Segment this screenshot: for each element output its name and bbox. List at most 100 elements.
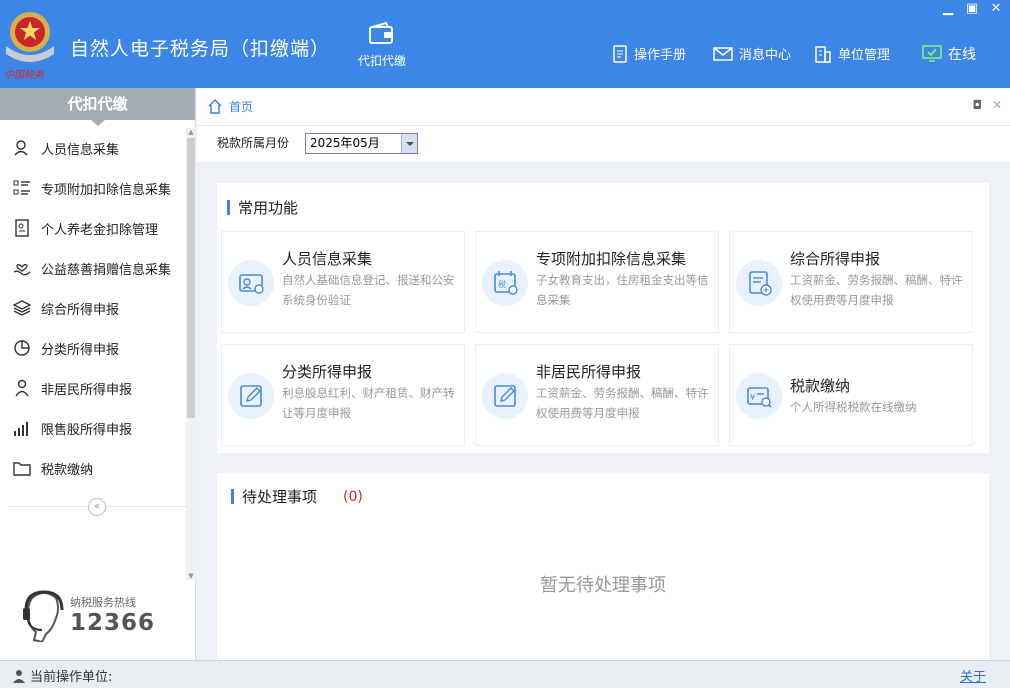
sidebar-item-label: 分类所得申报: [41, 342, 120, 358]
breadcrumb-bar: 首页 ◘ ✕: [197, 88, 1010, 126]
manual-icon: [613, 44, 627, 63]
pending-panel: 待处理事项 (0) 暂无待处理事项: [217, 473, 989, 660]
unit-mgmt-link[interactable]: 单位管理: [814, 44, 890, 63]
card-title: 税款缴纳: [790, 377, 851, 395]
messages-link[interactable]: 消息中心: [713, 44, 791, 63]
tax-month-value: 2025年05月: [310, 136, 380, 150]
sidebar-list: 人员信息采集 专项附加扣除信息采集 个人养老金扣除管理 公益慈善捐赠信息采集 综…: [0, 128, 186, 488]
messages-label: 消息中心: [739, 48, 792, 63]
scroll-thumb[interactable]: [187, 138, 195, 418]
common-functions-panel: 常用功能 人员信息采集 自然人基础信息登记、报送和公安系统身份验证 税 专项附加…: [217, 183, 989, 453]
sidebar-item-comprehensive-income[interactable]: 综合所得申报: [0, 288, 186, 328]
svg-text:税: 税: [498, 279, 506, 289]
monitor-check-icon: [922, 45, 942, 62]
card-nonresident[interactable]: 非居民所得申报 工资薪金、劳务报酬、稿酬、特许权使用费等月度申报: [475, 344, 719, 446]
minimize-icon[interactable]: ▁: [940, 2, 956, 18]
common-functions-title-text: 常用功能: [238, 199, 299, 217]
user-icon: [13, 669, 25, 683]
card-desc: 子女教育支出，住房租金支出等信息采集: [536, 273, 709, 307]
sidebar-item-nonresident[interactable]: 非居民所得申报: [0, 368, 186, 408]
sidebar-item-tax-payment[interactable]: 税款缴纳: [0, 448, 186, 488]
layers-icon: [13, 300, 31, 316]
current-unit: 当前操作单位:: [12, 666, 112, 685]
status-bar: 当前操作单位: 关于: [0, 660, 1010, 688]
sidebar-item-label: 限售股所得申报: [41, 422, 133, 438]
card-desc: 自然人基础信息登记、报送和公安系统身份验证: [282, 273, 455, 307]
id-card-icon: [228, 260, 274, 306]
sidebar-item-label: 非居民所得申报: [41, 382, 133, 398]
sidebar-header: 代扣代缴: [0, 88, 195, 126]
scroll-up-icon[interactable]: ▲: [187, 128, 195, 136]
svg-text:¥: ¥: [750, 393, 755, 402]
edit-form-icon: [228, 373, 274, 419]
sidebar-item-label: 税款缴纳: [41, 462, 94, 478]
hotline-label: 纳税服务热线: [70, 596, 136, 609]
card-person-info[interactable]: 人员信息采集 自然人基础信息登记、报送和公安系统身份验证: [221, 231, 465, 333]
sidebar-item-label: 公益慈善捐赠信息采集: [41, 262, 172, 278]
module-withholding[interactable]: 代扣代缴: [352, 21, 412, 69]
maximize-icon[interactable]: ▣: [964, 2, 980, 18]
pending-title: 待处理事项 (0): [231, 486, 363, 507]
about-link[interactable]: 关于: [960, 666, 986, 685]
chevron-down-icon[interactable]: [401, 134, 417, 153]
card-classified-income[interactable]: 分类所得申报 利息股息红利、财产租赁、财产转让等月度申报: [221, 344, 465, 446]
sidebar: 代扣代缴 人员信息采集 专项附加扣除信息采集 个人养老金扣除管理 公益慈善捐赠信…: [0, 88, 196, 660]
restore-tab-icon[interactable]: ◘: [972, 98, 982, 112]
sidebar-item-pension[interactable]: 个人养老金扣除管理: [0, 208, 186, 248]
wallet-icon: [368, 21, 396, 46]
filter-bar: 税款所属月份 2025年05月: [197, 126, 1010, 162]
pending-title-text: 待处理事项: [242, 488, 318, 506]
pie-chart-icon: [14, 340, 30, 356]
card-special-deduction[interactable]: 税 专项附加扣除信息采集 子女教育支出，住房租金支出等信息采集: [475, 231, 719, 333]
card-title: 分类所得申报: [282, 363, 373, 381]
card-title: 专项附加扣除信息采集: [536, 250, 687, 268]
card-title: 人员信息采集: [282, 250, 373, 268]
card-desc: 个人所得税税款在线缴纳: [790, 400, 917, 414]
user-icon: [15, 379, 29, 397]
hotline-number: 12366: [70, 610, 156, 636]
sidebar-item-restricted-shares[interactable]: 限售股所得申报: [0, 408, 186, 448]
card-desc: 工资薪金、劳务报酬、稿酬、特许权使用费等月度申报: [790, 273, 963, 307]
tab-controls: ◘ ✕: [972, 98, 1002, 112]
pending-empty-text: 暂无待处理事项: [540, 575, 666, 596]
collapse-sidebar-button[interactable]: «: [88, 498, 106, 516]
tax-calendar-icon: 税: [482, 260, 528, 306]
list-icon: [13, 180, 30, 195]
close-icon[interactable]: ✕: [988, 2, 1004, 18]
common-functions-title: 常用功能: [227, 197, 298, 218]
card-comprehensive-income[interactable]: 综合所得申报 工资薪金、劳务报酬、稿酬、特许权使用费等月度申报: [729, 231, 973, 333]
window-controls: ▁ ▣ ✕: [940, 2, 1004, 18]
sidebar-item-classified-income[interactable]: 分类所得申报: [0, 328, 186, 368]
sidebar-item-special-deduction[interactable]: 专项附加扣除信息采集: [0, 168, 186, 208]
breadcrumb-home[interactable]: 首页: [229, 98, 253, 115]
title-accent-bar: [231, 489, 234, 504]
sidebar-item-label: 综合所得申报: [41, 302, 120, 318]
sidebar-item-person-info[interactable]: 人员信息采集: [0, 128, 186, 168]
card-title: 非居民所得申报: [536, 363, 642, 381]
pending-count: (0): [343, 488, 363, 505]
building-icon: [815, 45, 831, 63]
card-title: 综合所得申报: [790, 250, 881, 268]
report-add-icon: [736, 260, 782, 306]
manual-link[interactable]: 操作手册: [612, 44, 686, 63]
module-label: 代扣代缴: [357, 54, 406, 68]
collapse-divider: «: [8, 498, 188, 516]
tax-month-label: 税款所属月份: [217, 136, 290, 150]
headset-agent-icon: [23, 590, 64, 642]
unit-mgmt-label: 单位管理: [838, 48, 891, 63]
sidebar-scrollbar[interactable]: ▲ ▼: [186, 128, 196, 580]
tax-month-select[interactable]: 2025年05月: [305, 133, 418, 154]
scroll-down-icon[interactable]: ▼: [187, 572, 195, 580]
card-desc: 工资薪金、劳务报酬、稿酬、特许权使用费等月度申报: [536, 386, 709, 420]
close-tab-icon[interactable]: ✕: [992, 98, 1002, 112]
current-unit-label: 当前操作单位:: [30, 670, 113, 685]
card-tax-payment[interactable]: ¥ 税款缴纳 个人所得税税款在线缴纳: [729, 344, 973, 446]
manual-label: 操作手册: [634, 48, 687, 63]
online-label: 在线: [948, 47, 976, 63]
sidebar-item-donation[interactable]: 公益慈善捐赠信息采集: [0, 248, 186, 288]
online-status[interactable]: 在线: [922, 44, 976, 64]
breadcrumb[interactable]: 首页: [207, 98, 253, 115]
hotline: 纳税服务热线 12366: [22, 590, 155, 642]
title-accent-bar: [227, 200, 230, 215]
donation-hand-icon: [13, 264, 31, 276]
